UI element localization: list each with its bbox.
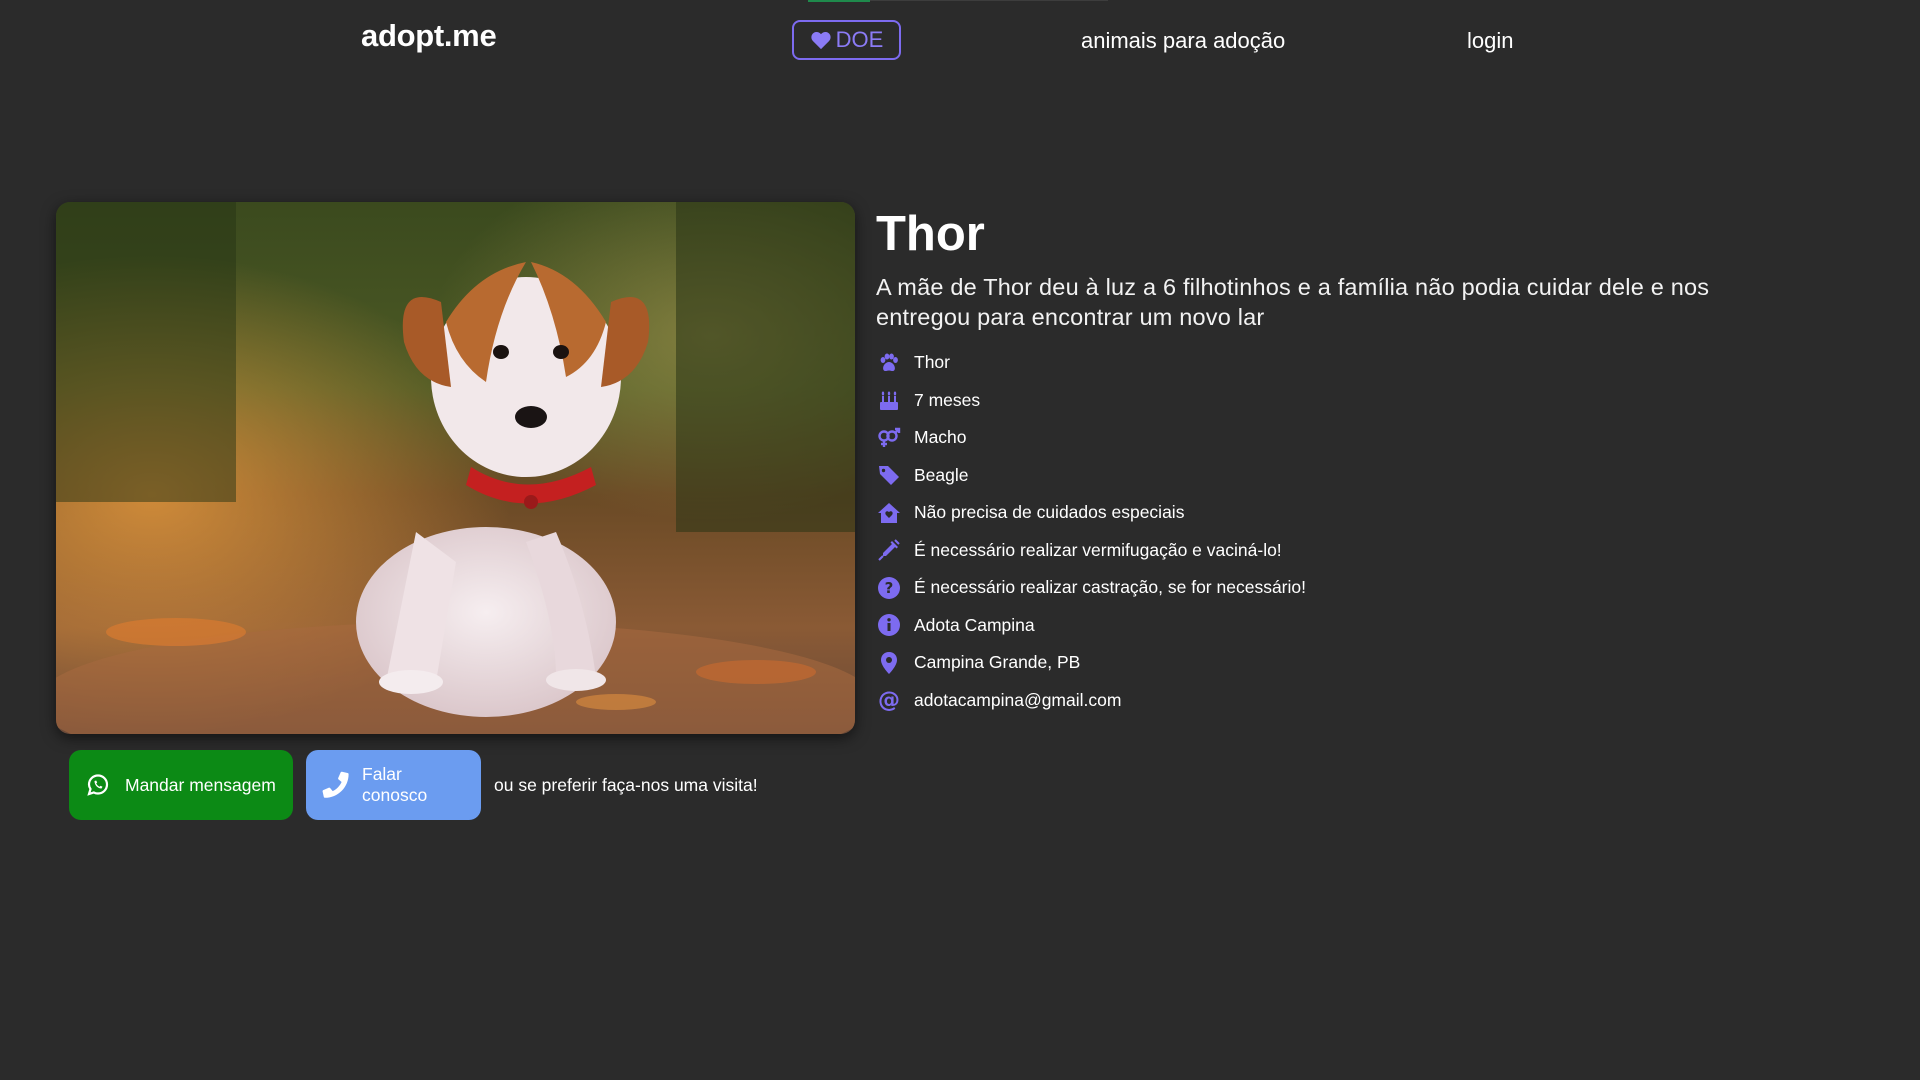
pet-info: Thor A mãe de Thor deu à luz a 6 filhoti… [876, 204, 1876, 719]
attr-value: É necessário realizar castração, se for … [914, 577, 1306, 598]
attr-value: É necessário realizar vermifugação e vac… [914, 539, 1282, 560]
gender-icon [876, 425, 902, 451]
nav-login[interactable]: login [1467, 28, 1513, 54]
pet-attributes: Thor 7 meses Macho Beagle Não precisa de… [876, 344, 1876, 719]
attr-vaccine: É necessário realizar vermifugação e vac… [876, 532, 1876, 570]
pet-photo [56, 202, 855, 734]
call-label: Falar conosco [362, 764, 428, 805]
attr-value: 7 meses [914, 389, 981, 410]
attr-castration: ? É necessário realizar castração, se fo… [876, 569, 1876, 607]
site-header: adopt.me DOE animais para adoção login [0, 0, 1920, 80]
attr-sex: Macho [876, 419, 1876, 457]
logo[interactable]: adopt.me [361, 18, 497, 54]
attr-value: Beagle [914, 464, 969, 485]
pet-description: A mãe de Thor deu à luz a 6 filhotinhos … [876, 274, 1710, 330]
contact-actions: Mandar mensagem Falar conosco ou se pref… [69, 750, 758, 820]
attr-email: @ adotacampina@gmail.com [876, 682, 1876, 720]
house-icon [876, 500, 902, 526]
whatsapp-icon [83, 770, 113, 800]
whatsapp-label: Mandar mensagem [125, 774, 276, 795]
attr-location: Campina Grande, PB [876, 644, 1876, 682]
attr-care: Não precisa de cuidados especiais [876, 494, 1876, 532]
syringe-icon [876, 537, 902, 563]
attr-name: Thor [876, 344, 1876, 382]
attr-value: Não precisa de cuidados especiais [914, 502, 1185, 523]
tag-icon [876, 462, 902, 488]
location-pin-icon [876, 650, 902, 676]
svg-text:?: ? [885, 579, 894, 597]
donate-label: DOE [835, 27, 884, 52]
pet-name: Thor [876, 207, 985, 261]
at-icon: @ [876, 687, 902, 713]
attr-age: 7 meses [876, 382, 1876, 420]
svg-text:@: @ [878, 688, 900, 712]
attr-org: Adota Campina [876, 607, 1876, 645]
attr-breed: Beagle [876, 457, 1876, 495]
attr-value: Macho [914, 427, 967, 448]
call-button[interactable]: Falar conosco [306, 750, 481, 820]
nav-animais-para-adocao[interactable]: animais para adoção [1081, 28, 1285, 54]
heart-icon [811, 32, 831, 50]
visit-text: ou se preferir faça-nos uma visita! [494, 774, 758, 795]
info-circle-icon [876, 612, 902, 638]
attr-value: Adota Campina [914, 614, 1035, 635]
attr-value[interactable]: adotacampina@gmail.com [914, 690, 1121, 711]
attr-value: Campina Grande, PB [914, 652, 1081, 673]
question-circle-icon: ? [876, 575, 902, 601]
birthday-cake-icon [876, 387, 902, 413]
phone-icon [320, 770, 350, 800]
paw-icon [876, 350, 902, 376]
donate-button[interactable]: DOE [792, 20, 901, 60]
attr-value: Thor [914, 352, 950, 373]
whatsapp-button[interactable]: Mandar mensagem [69, 750, 293, 820]
